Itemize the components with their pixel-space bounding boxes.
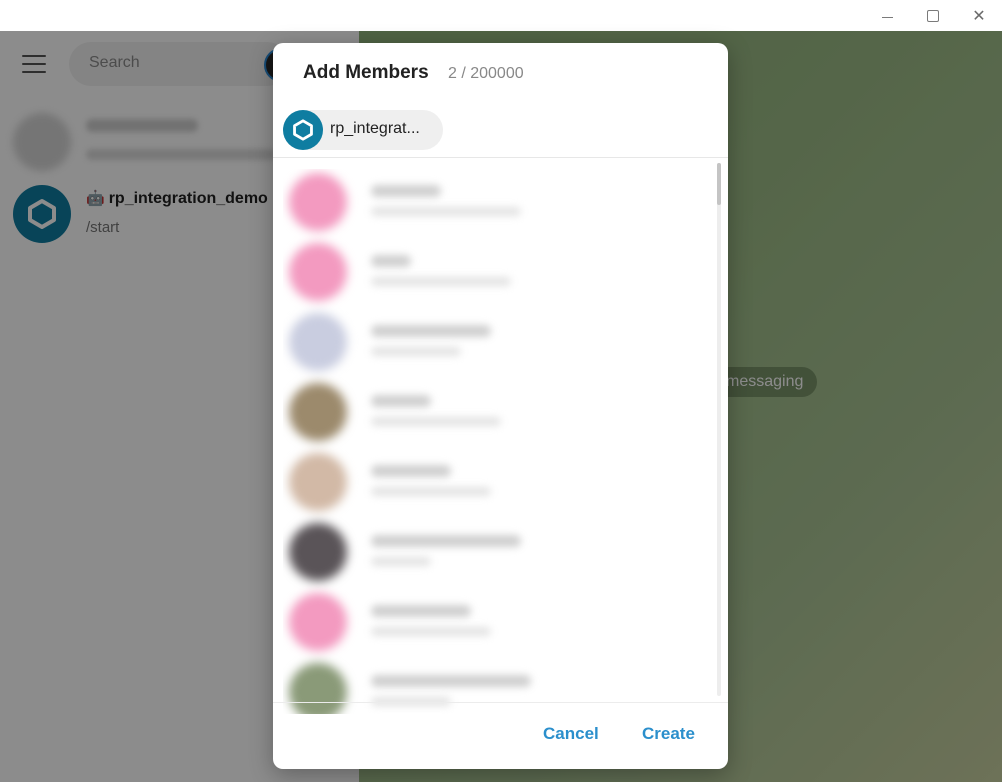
contact-item[interactable] [283,309,633,379]
blurred-contact-status [371,487,491,496]
blurred-contact-name [371,675,531,687]
contact-list[interactable] [283,169,633,714]
chip-avatar [283,110,323,150]
contact-item[interactable] [283,169,633,239]
member-count: 2 / 200000 [448,65,524,82]
contact-avatar [289,383,347,441]
contact-item[interactable] [283,589,633,659]
contact-item[interactable] [283,239,633,309]
footer-divider [273,702,728,703]
blurred-contact-name [371,395,431,407]
contact-avatar [289,593,347,651]
blurred-contact-status [371,207,521,216]
blurred-contact-name [371,465,451,477]
blurred-contact-status [371,277,511,286]
blurred-contact-name [371,185,441,197]
contact-avatar [289,453,347,511]
minimize-icon [881,17,893,18]
blurred-contact-status [371,557,431,566]
window-titlebar: ✕ [0,0,1002,31]
contact-item[interactable] [283,379,633,449]
divider [273,157,728,158]
blurred-contact-status [371,627,491,636]
maximize-icon [927,9,939,22]
blurred-contact-name [371,535,521,547]
contact-avatar [289,523,347,581]
close-window-button[interactable]: ✕ [956,0,1002,31]
close-icon: ✕ [972,6,986,25]
cancel-button[interactable]: Cancel [543,724,599,744]
contact-item[interactable] [283,519,633,589]
contact-avatar [289,173,347,231]
contact-item[interactable] [283,659,633,714]
blurred-contact-name [371,325,491,337]
blurred-contact-status [371,347,461,356]
contact-item[interactable] [283,449,633,519]
contact-avatar [289,243,347,301]
contact-avatar [289,663,347,714]
scrollbar-thumb[interactable] [717,163,721,205]
minimize-button[interactable] [864,0,910,31]
create-button[interactable]: Create [642,724,695,744]
dialog-title: Add Members [303,62,429,83]
blurred-contact-name [371,255,411,267]
blurred-contact-name [371,605,471,617]
contact-avatar [289,313,347,371]
maximize-button[interactable] [910,0,956,31]
chip-label: rp_integrat... [330,120,420,137]
add-members-dialog: Add Members 2 / 200000 rp_integrat... Ca… [273,43,728,769]
selected-member-chip[interactable]: rp_integrat... [283,110,443,150]
scrollbar[interactable] [717,163,721,696]
bot-logo-icon [293,119,313,141]
blurred-contact-status [371,417,501,426]
